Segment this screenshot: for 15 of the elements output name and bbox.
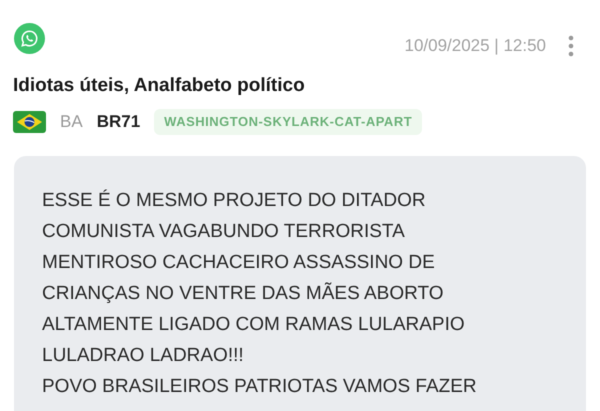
- tag-chip: WASHINGTON-SKYLARK-CAT-APART: [154, 109, 422, 134]
- region-code: BA: [60, 111, 83, 133]
- message-line: LULADRAO LADRAO!!!: [42, 344, 244, 368]
- chat-app-icon: [14, 23, 45, 54]
- message-line: MENTIROSO CACHACEIRO ASSASSINO DE: [42, 250, 435, 274]
- timestamp: 10/09/2025 | 12:50: [404, 35, 546, 57]
- brazil-flag-icon: [13, 110, 46, 133]
- message-line: ALTAMENTE LIGADO COM RAMAS LULARAPIO: [42, 312, 465, 336]
- message-line: ESSE É O MESMO PROJETO DO DITADOR: [42, 188, 426, 212]
- message-line: COMUNISTA VAGABUNDO TERRORISTA: [42, 220, 405, 244]
- station-code: BR71: [96, 111, 140, 133]
- message-line: CRIANÇAS NO VENTRE DAS MÃES ABORTO: [42, 281, 444, 306]
- message-title: Idiotas úteis, Analfabeto político: [13, 74, 305, 96]
- message-line: POVO BRASILEIROS PATRIOTAS VAMOS FAZER: [42, 374, 477, 398]
- more-options-icon[interactable]: [568, 34, 574, 57]
